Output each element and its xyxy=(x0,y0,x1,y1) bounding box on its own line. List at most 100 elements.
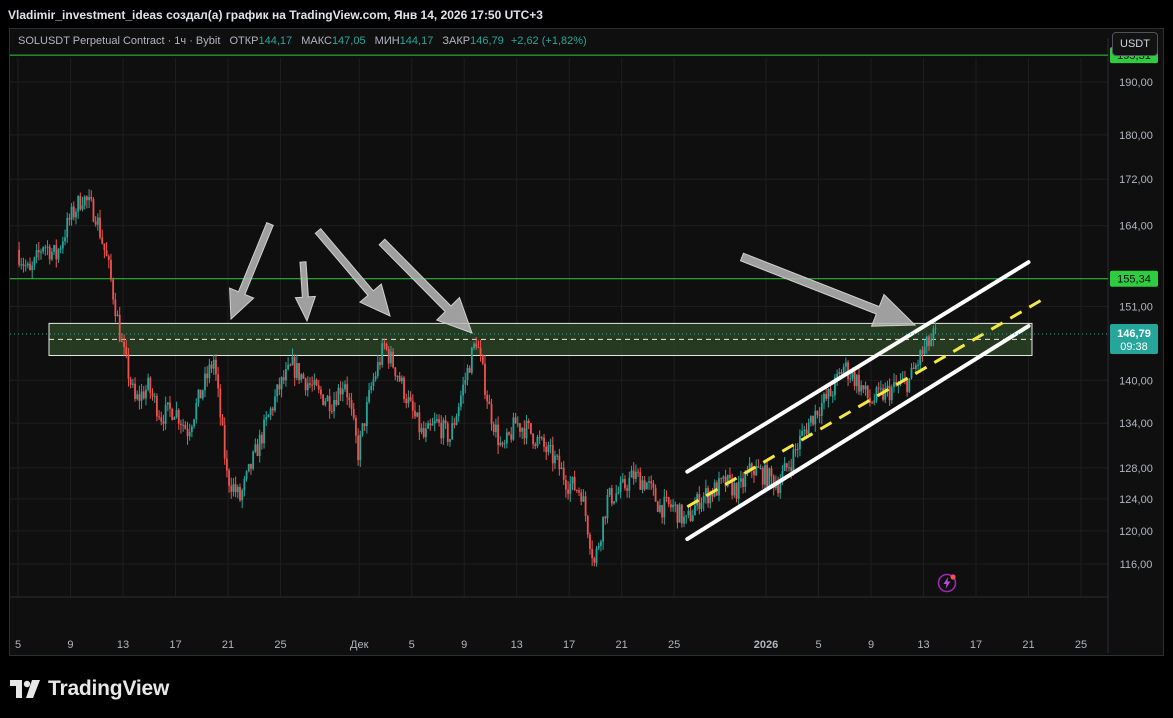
tradingview-logo[interactable]: TradingView xyxy=(10,676,169,702)
price-tick-label: 116,00 xyxy=(1120,559,1153,571)
candle-body xyxy=(527,420,530,424)
candle-body xyxy=(363,423,366,427)
lightning-alert-icon[interactable] xyxy=(937,573,957,593)
candle-body xyxy=(210,364,213,369)
candle-body xyxy=(260,434,263,444)
candle-body xyxy=(433,421,436,424)
candle-body xyxy=(438,419,440,423)
arrow-annotation xyxy=(739,252,917,327)
candle-body xyxy=(634,471,637,479)
candle-body xyxy=(794,449,797,451)
candle-body xyxy=(232,484,235,492)
candle-body xyxy=(641,480,644,490)
candle-body xyxy=(764,465,766,485)
candle-body xyxy=(799,435,801,450)
candle-body xyxy=(462,384,465,396)
candle-body xyxy=(676,504,679,523)
candle-body xyxy=(20,264,23,266)
footer xyxy=(0,660,1173,718)
candle-body xyxy=(464,379,467,385)
candle-body xyxy=(42,247,45,252)
candle-body xyxy=(866,385,869,398)
change-value: +2,62 (+1,82%) xyxy=(510,35,587,47)
high-label: МАКС xyxy=(301,35,332,47)
candle-body xyxy=(53,245,55,252)
candle-body xyxy=(608,488,611,495)
candle-body xyxy=(396,376,399,378)
candle-body xyxy=(147,377,150,390)
candle-body xyxy=(801,431,804,436)
candle-body xyxy=(702,495,705,503)
candle-body xyxy=(118,314,121,342)
candle-body xyxy=(849,378,852,380)
candle-body xyxy=(558,455,561,470)
candle-body xyxy=(278,384,281,390)
candle-body xyxy=(864,385,867,390)
time-tick-label: 17 xyxy=(970,639,982,651)
candle-body xyxy=(416,412,419,417)
candle-body xyxy=(639,472,642,490)
candle-body xyxy=(57,249,60,260)
candle-body xyxy=(783,463,786,471)
candle-body xyxy=(365,401,368,427)
time-tick-label: 21 xyxy=(616,639,628,651)
candle-body xyxy=(125,346,128,355)
candle-body xyxy=(120,341,123,343)
time-tick-label: 9 xyxy=(868,639,874,651)
candle-body xyxy=(64,237,66,242)
candle-body xyxy=(562,467,565,480)
candle-body xyxy=(619,482,622,492)
candle-body xyxy=(742,478,744,487)
price-tick-label: 128,00 xyxy=(1119,463,1153,475)
candle-body xyxy=(503,443,506,445)
candle-body xyxy=(538,436,541,439)
candle-body xyxy=(805,429,808,435)
candle-body xyxy=(280,377,283,390)
level-price-label: 155,34 xyxy=(1117,274,1151,286)
candle-body xyxy=(744,474,747,487)
candle-body xyxy=(910,367,913,379)
candle-body xyxy=(508,432,510,435)
candle-body xyxy=(600,541,602,546)
candle-body xyxy=(510,434,513,440)
candle-body xyxy=(110,259,112,280)
candle-body xyxy=(551,445,554,464)
low-value: 144,17 xyxy=(399,35,434,47)
arrow-annotation xyxy=(294,261,317,323)
candle-body xyxy=(374,375,377,380)
candle-body xyxy=(455,416,458,425)
candle-body xyxy=(788,467,790,469)
candle-body xyxy=(293,356,296,378)
candle-body xyxy=(313,379,316,385)
candle-body xyxy=(197,389,200,404)
candle-body xyxy=(680,504,683,524)
candle-body xyxy=(390,351,392,364)
time-tick-label: 17 xyxy=(169,639,181,651)
candle-body xyxy=(921,350,924,354)
candle-body xyxy=(206,373,209,379)
candle-body xyxy=(823,393,825,403)
candle-body xyxy=(470,347,473,373)
candle-body xyxy=(400,377,403,382)
candle-body xyxy=(777,483,779,494)
price-chart[interactable]: 190,00 180,00 172,00 164,00 151,00 140,00 134,… xyxy=(0,0,1173,718)
candle-body xyxy=(661,505,664,518)
candle-body xyxy=(442,420,445,439)
candle-body xyxy=(90,196,93,200)
candle-body xyxy=(398,376,401,382)
symbol-legend: SOLUSDT Perpetual Contract · 1ч · Bybit … xyxy=(18,35,587,47)
time-tick-label: 9 xyxy=(67,639,73,651)
candle-body xyxy=(204,373,206,391)
candle-body xyxy=(348,397,351,401)
candle-body xyxy=(282,377,285,381)
candle-body xyxy=(77,196,80,212)
last-price-label: 146,79 xyxy=(1117,328,1151,340)
open-label: ОТКР xyxy=(229,35,259,47)
candle-body xyxy=(355,417,357,436)
open-value: 144,17 xyxy=(258,35,293,47)
candle-body xyxy=(215,359,217,375)
currency-button[interactable]: USDT xyxy=(1112,32,1158,56)
candle-body xyxy=(309,383,311,385)
candle-body xyxy=(44,247,47,249)
candle-body xyxy=(228,470,230,486)
